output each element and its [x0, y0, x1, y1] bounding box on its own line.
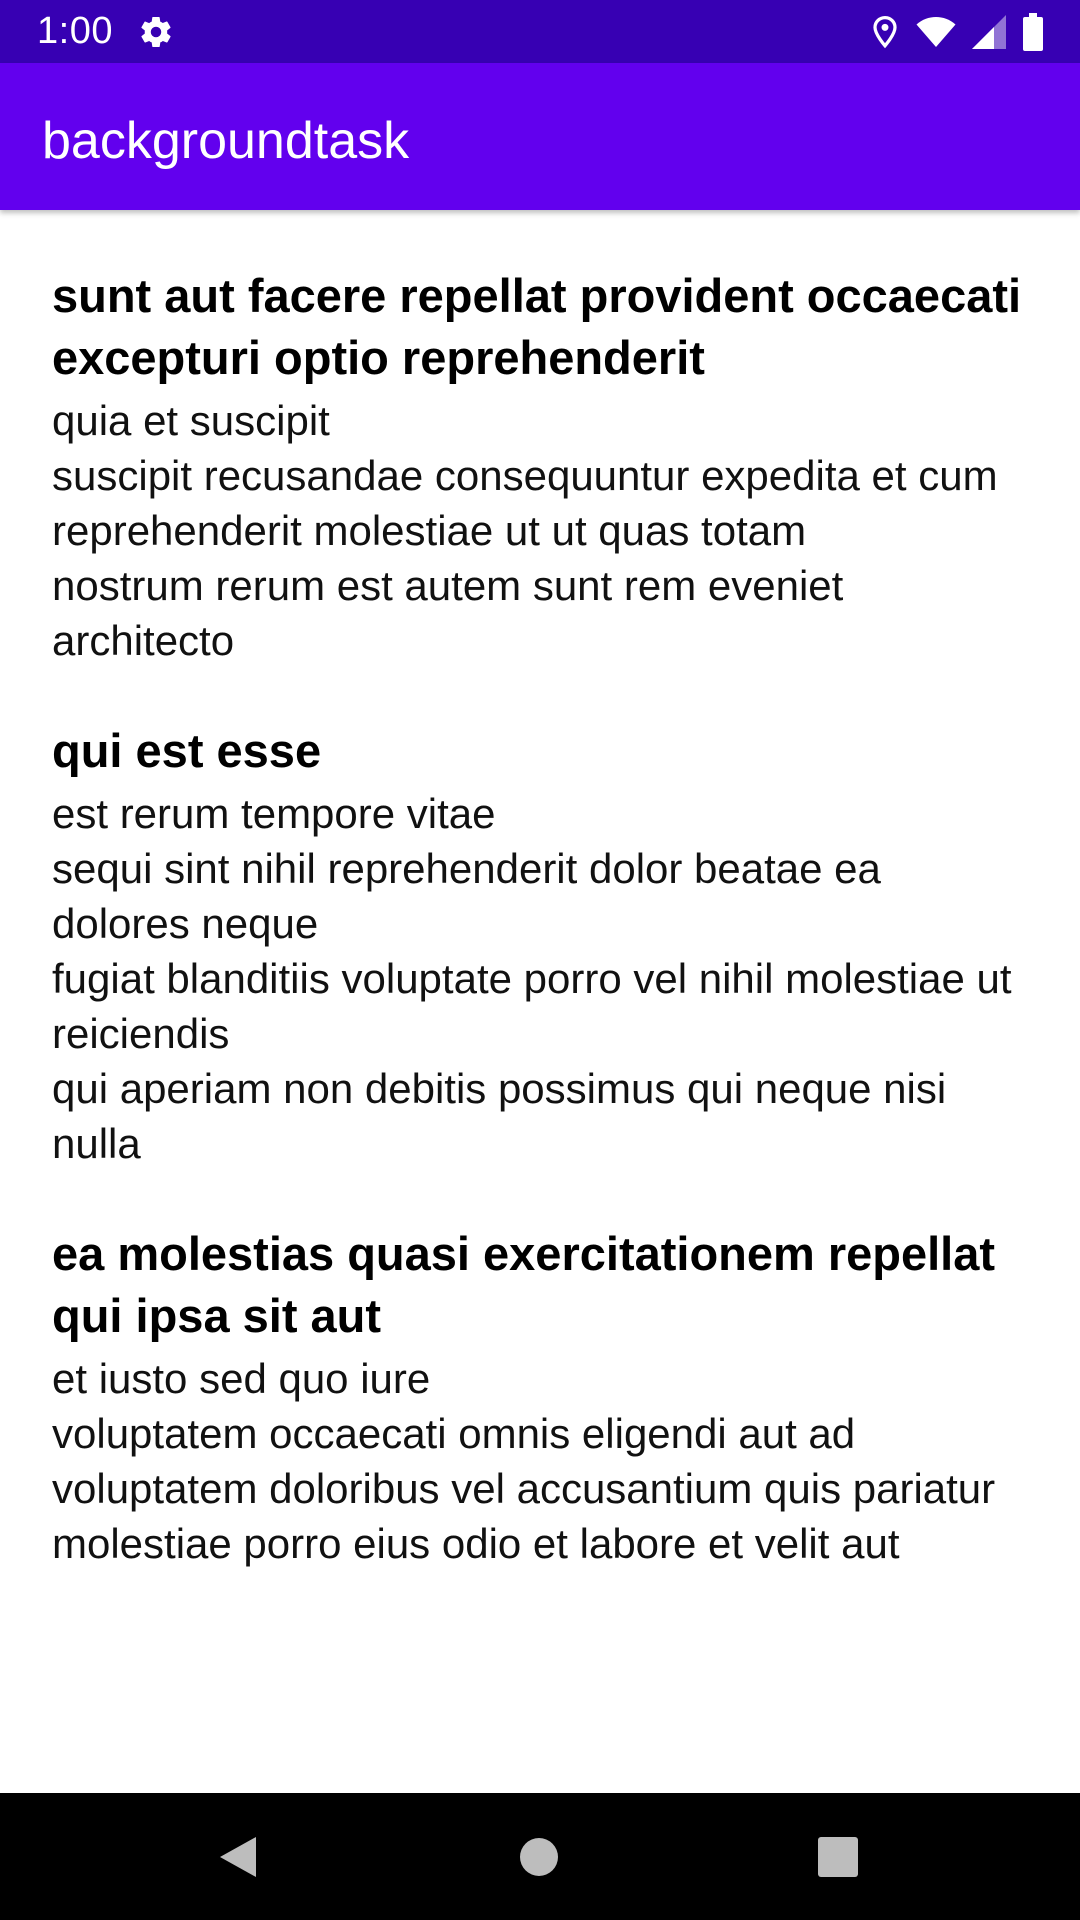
status-icons — [870, 12, 1044, 52]
location-icon — [873, 15, 897, 49]
post-body: quia et suscipit suscipit recusandae con… — [52, 397, 998, 664]
cell-signal-icon — [972, 15, 1006, 49]
post-list[interactable]: sunt aut facere repellat provident occae… — [0, 213, 1080, 1793]
list-item[interactable]: ea molestias quasi exercitationem repell… — [0, 1223, 1080, 1571]
status-time: 1:00 — [37, 10, 113, 52]
status-bar: 1:00 — [0, 0, 1080, 63]
list-item[interactable]: qui est esse est rerum tempore vitae seq… — [0, 720, 1080, 1171]
post-body: est rerum tempore vitae sequi sint nihil… — [52, 790, 1012, 1167]
post-body: et iusto sed quo iure voluptatem occaeca… — [52, 1355, 996, 1567]
post-title: qui est esse — [52, 724, 322, 777]
navigation-bar — [0, 1793, 1080, 1920]
post-title: sunt aut facere repellat provident occae… — [52, 269, 1022, 384]
post-title: ea molestias quasi exercitationem repell… — [52, 1227, 996, 1342]
recents-icon[interactable] — [816, 1833, 860, 1881]
list-item[interactable]: sunt aut facere repellat provident occae… — [0, 213, 1080, 668]
app-title: backgroundtask — [42, 112, 410, 170]
wifi-icon — [916, 17, 956, 47]
app-bar: backgroundtask — [0, 63, 1080, 210]
home-icon[interactable] — [519, 1833, 559, 1881]
settings-gear-icon — [141, 17, 171, 48]
battery-icon — [1023, 13, 1043, 51]
back-icon[interactable] — [216, 1833, 264, 1881]
